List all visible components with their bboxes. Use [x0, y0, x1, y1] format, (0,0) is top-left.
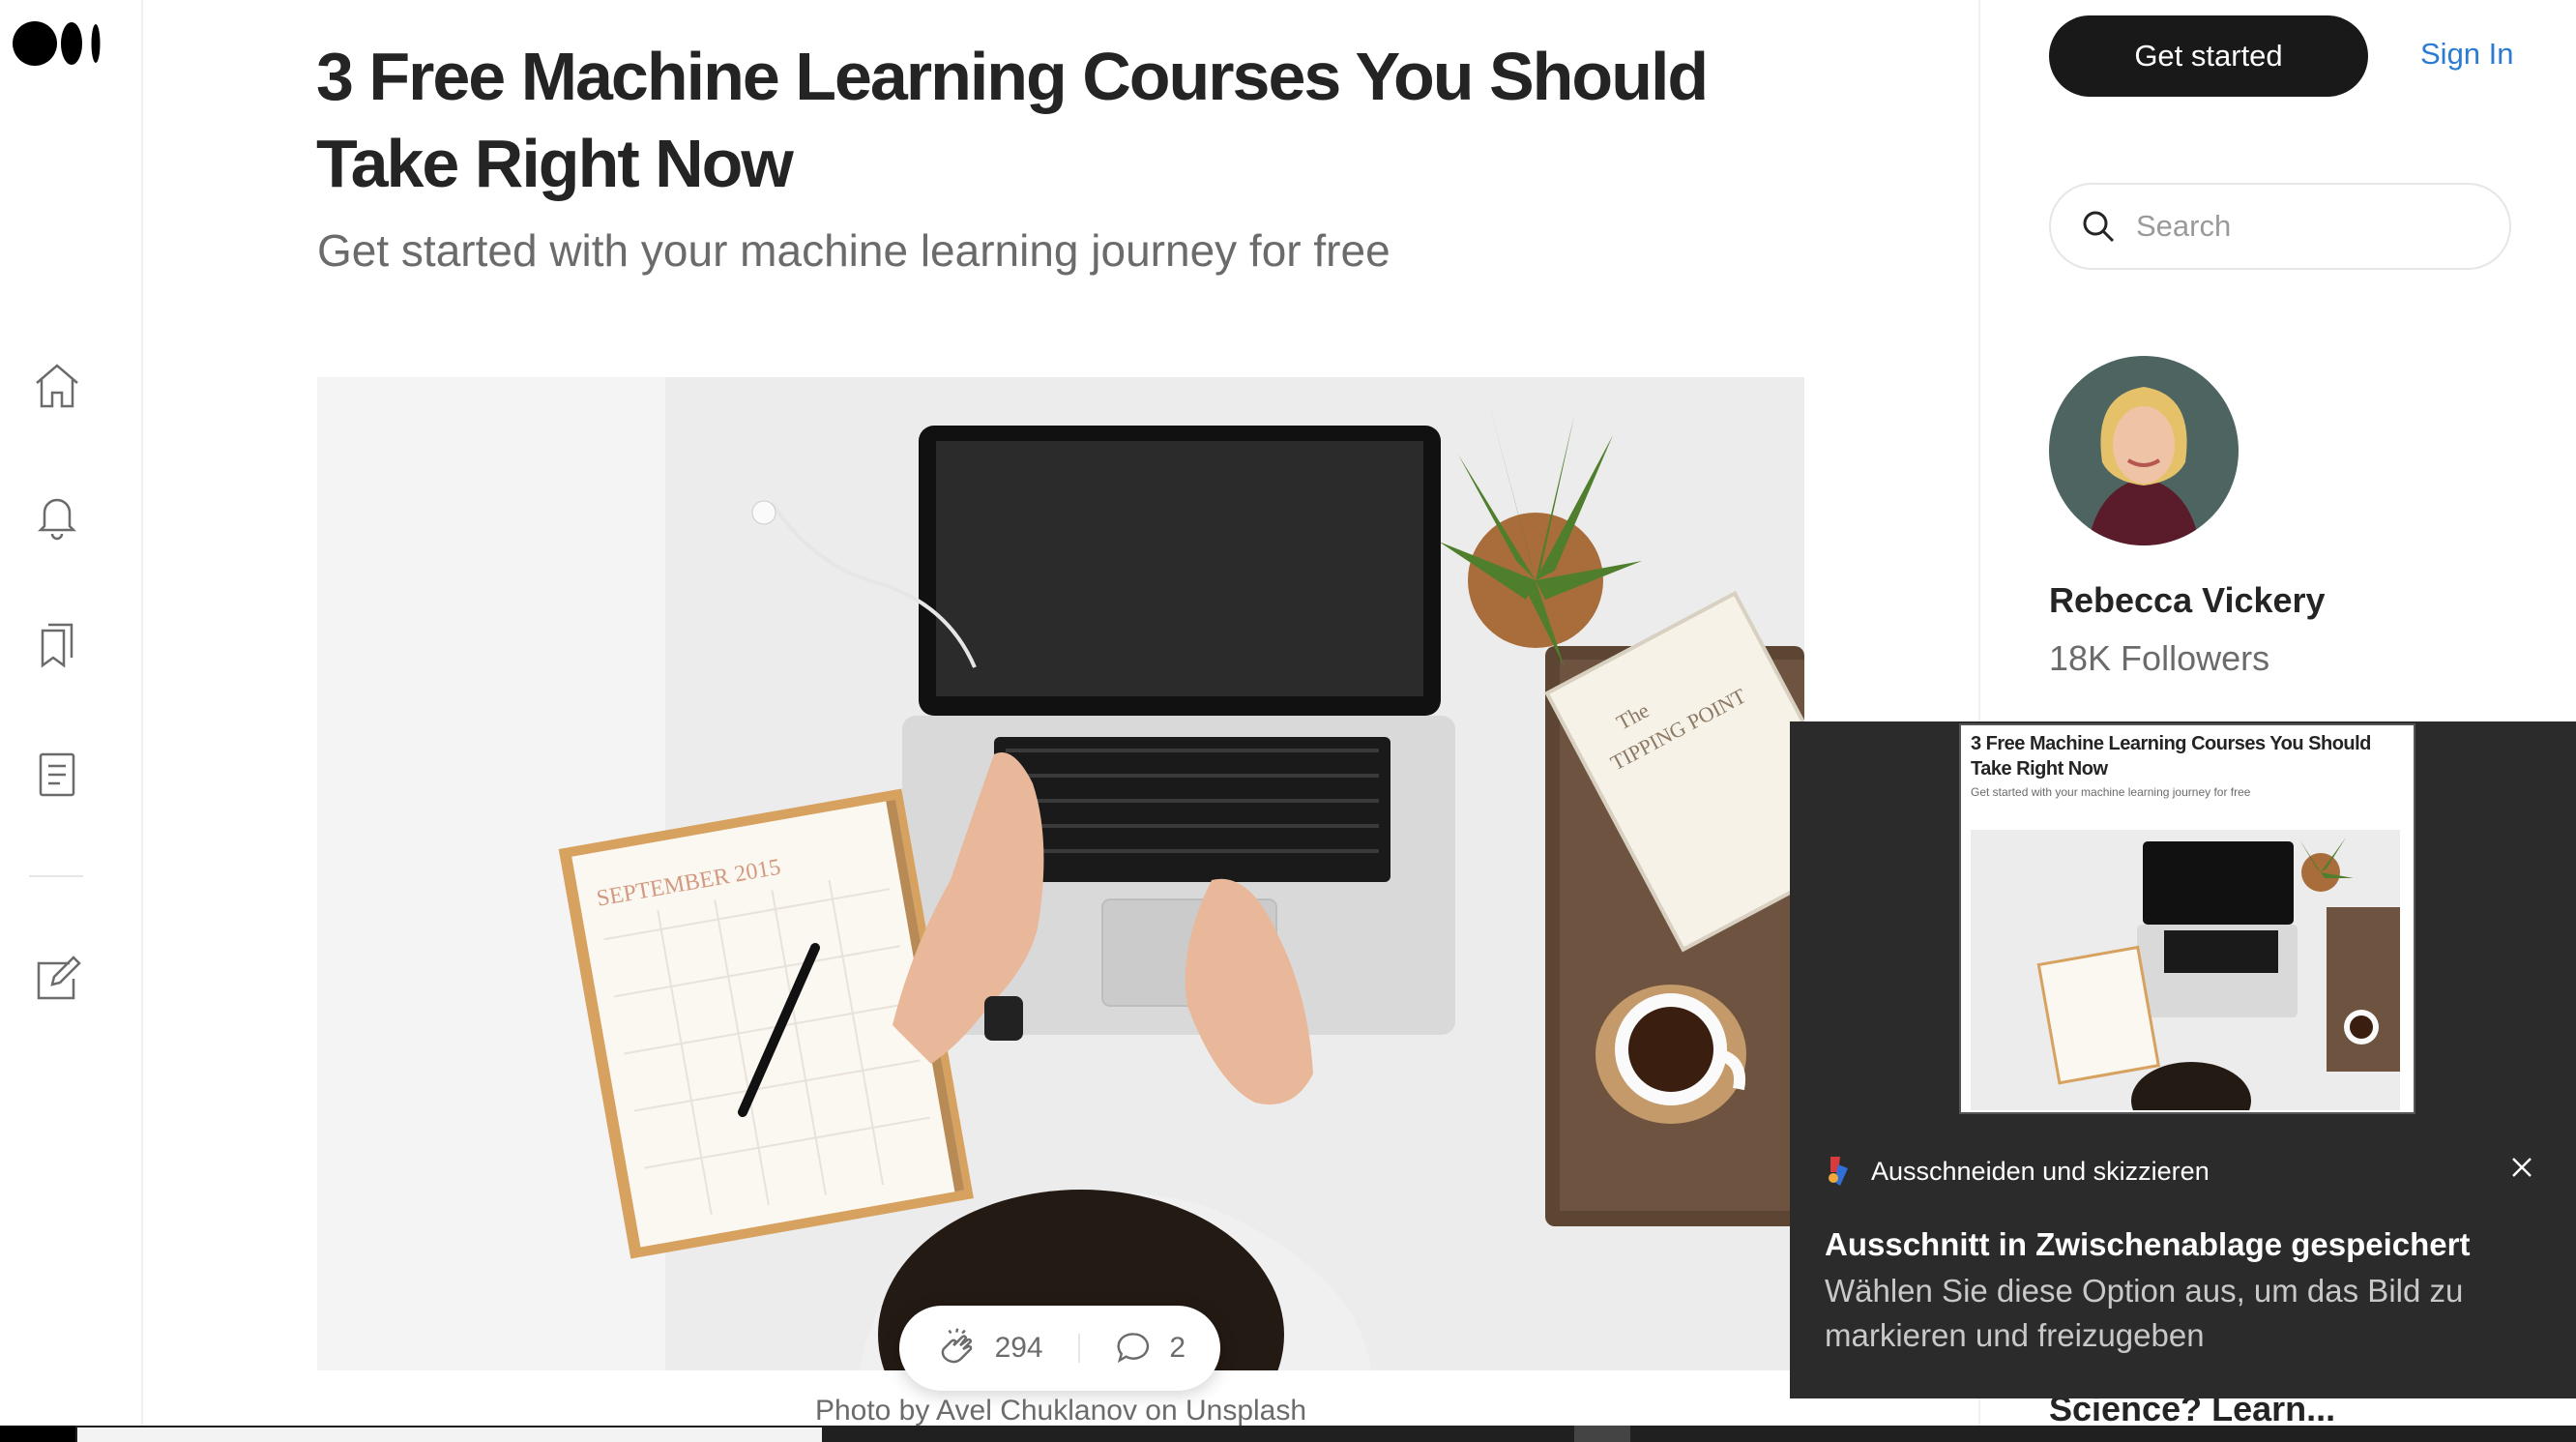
taskbar-active-app[interactable] [1574, 1426, 1630, 1442]
author-avatar[interactable] [2049, 356, 2239, 545]
photo-caption: Photo by Avel Chuklanov on Unsplash [814, 1395, 1307, 1427]
response-count: 2 [1169, 1332, 1186, 1364]
medium-logo-icon[interactable] [12, 19, 104, 68]
article-subtitle: Get started with your machine learning j… [317, 225, 1390, 276]
toast-app-name: Ausschneiden und skizzieren [1871, 1156, 2210, 1186]
rail-divider [29, 875, 83, 877]
search-icon [2083, 211, 2115, 243]
clap-icon[interactable] [934, 1326, 978, 1370]
start-button[interactable] [0, 1426, 75, 1442]
search-bar[interactable] [2049, 183, 2511, 270]
thumbnail-image [1971, 830, 2400, 1110]
author-name[interactable]: Rebecca Vickery [2049, 580, 2326, 621]
snip-sketch-app-icon [1829, 1157, 1848, 1186]
article-actions-pill: 294 2 [899, 1306, 1220, 1391]
thumbnail-subtitle: Get started with your machine learning j… [1971, 785, 2251, 799]
write-icon[interactable] [31, 954, 83, 1006]
sign-in-link[interactable]: Sign In [2420, 37, 2514, 72]
response-icon[interactable] [1115, 1329, 1153, 1368]
pill-divider [1077, 1334, 1080, 1363]
article-title: 3 Free Machine Learning Courses You Shou… [316, 39, 1709, 201]
taskbar-search[interactable] [77, 1427, 822, 1442]
close-icon[interactable] [2505, 1151, 2538, 1184]
clap-count: 294 [994, 1332, 1043, 1364]
snip-notification[interactable]: 3 Free Machine Learning Courses You Shou… [1790, 721, 2576, 1398]
author-followers: 18K Followers [2049, 638, 2270, 678]
thumbnail-title: 3 Free Machine Learning Courses You Shou… [1971, 733, 2371, 780]
toast-heading: Ausschnitt in Zwischenablage gespeichert [1825, 1226, 2471, 1262]
search-input[interactable] [2136, 209, 2465, 244]
stories-icon[interactable] [31, 749, 83, 801]
bookmarks-icon[interactable] [31, 619, 83, 671]
home-icon[interactable] [31, 360, 83, 412]
bell-icon[interactable] [31, 489, 83, 542]
get-started-button[interactable]: Get started [2049, 15, 2368, 97]
hero-image: The TIPPING POINT SEPTEMBER 2015 [317, 377, 1804, 1370]
snip-thumbnail[interactable]: 3 Free Machine Learning Courses You Shou… [1959, 723, 2415, 1114]
toast-body: Wählen Sie diese Option aus, um das Bild… [1825, 1273, 2464, 1353]
left-nav-rail [0, 0, 143, 1426]
toast-app-header: Ausschneiden und skizzieren [1825, 1155, 2210, 1188]
